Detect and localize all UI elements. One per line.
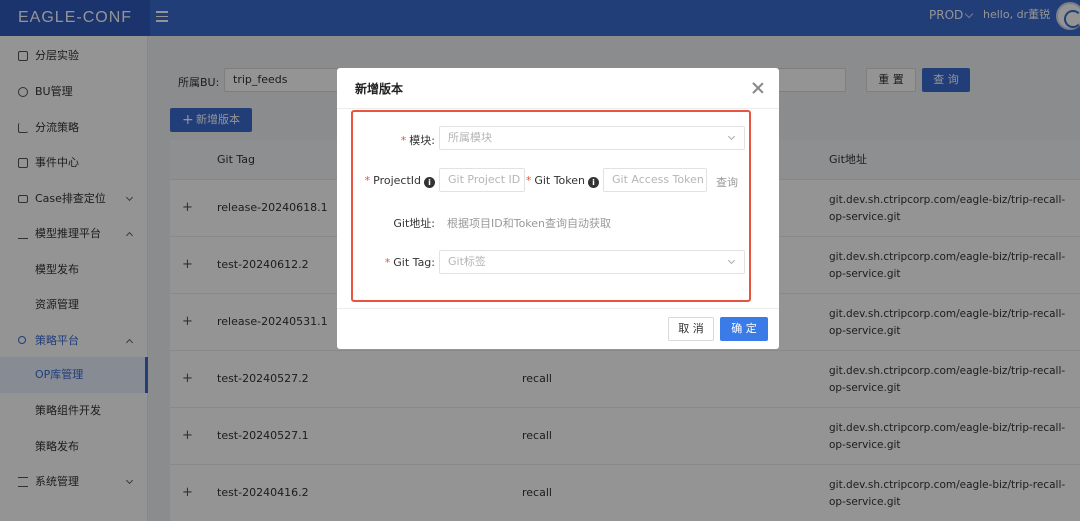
module-select[interactable]: 所属模块 <box>439 126 745 150</box>
gittag-label: * Git Tag: <box>384 256 435 269</box>
modal-title: 新增版本 <box>355 82 404 96</box>
module-label: * 模块: <box>400 134 435 147</box>
chevron-down-icon <box>727 132 736 141</box>
query-button[interactable]: 查询 <box>716 174 738 190</box>
confirm-button[interactable]: 确 定 <box>720 317 768 341</box>
info-icon: i <box>424 177 435 188</box>
gittoken-label: * Git Token i <box>525 174 599 188</box>
projectid-label: * ProjectId i <box>355 174 435 188</box>
add-version-modal: 新增版本 * 模块: 所属模块 * ProjectId i Git Project I… <box>337 68 779 349</box>
close-icon[interactable] <box>751 81 765 95</box>
gittoken-input[interactable]: Git Access Token <box>603 168 707 192</box>
gittag-select[interactable]: Git标签 <box>439 250 745 274</box>
gitaddr-label: Git地址: <box>393 217 435 230</box>
divider <box>337 108 779 109</box>
divider <box>337 308 779 309</box>
gitaddr-hint: 根据项目ID和Token查询自动获取 <box>447 217 612 230</box>
projectid-input[interactable]: Git Project ID <box>439 168 525 192</box>
chevron-down-icon <box>727 256 736 265</box>
cancel-button[interactable]: 取 消 <box>668 317 714 341</box>
info-icon: i <box>588 177 599 188</box>
